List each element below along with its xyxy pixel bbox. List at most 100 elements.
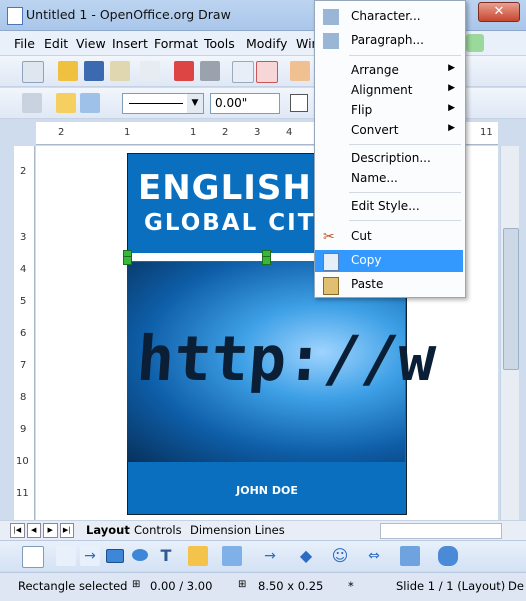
menu-modify[interactable]: Modify	[246, 36, 287, 51]
spellcheck-icon[interactable]	[232, 61, 254, 83]
character-icon	[323, 9, 339, 25]
tab-dimension-lines[interactable]: Dimension Lines	[190, 523, 285, 537]
menu-insert[interactable]: Insert	[112, 36, 148, 51]
lines-arrows-icon[interactable]: →	[260, 546, 280, 566]
scrollbar-thumb[interactable]	[503, 228, 519, 370]
status-bar: Rectangle selected ⊞ 0.00 / 3.00 ⊞ 8.50 …	[0, 572, 526, 601]
menu-item-copy[interactable]: Copy	[315, 250, 463, 272]
rectangle-tool-icon[interactable]	[106, 549, 124, 563]
ruler-tick-label: 8	[20, 392, 27, 403]
menu-tools[interactable]: Tools	[204, 36, 235, 51]
ruler-tick-label: 9	[20, 424, 27, 435]
status-position: 0.00 / 3.00	[150, 579, 213, 593]
chevron-down-icon[interactable]: ▼	[187, 94, 203, 113]
menu-format[interactable]: Format	[154, 36, 198, 51]
menu-item-label: Cut	[351, 229, 372, 243]
menu-view[interactable]: View	[76, 36, 106, 51]
status-slide: Slide 1 / 1 (Layout)	[396, 579, 506, 593]
menu-separator	[349, 220, 461, 221]
last-tab-icon[interactable]: ▶|	[59, 523, 74, 538]
callouts-icon[interactable]	[438, 546, 458, 566]
block-arrows-icon[interactable]: ⇔	[364, 546, 384, 566]
ruler-tick-label: 3	[20, 232, 27, 243]
window-title: Untitled 1 - OpenOffice.org Draw	[26, 7, 231, 22]
menu-edit[interactable]: Edit	[44, 36, 68, 51]
menu-file[interactable]: File	[14, 36, 35, 51]
ruler-tick-label: 11	[480, 127, 493, 138]
menu-item-paragraph[interactable]: Paragraph...	[315, 30, 463, 52]
edit-file-icon[interactable]	[140, 61, 160, 81]
styles-icon[interactable]	[22, 93, 42, 113]
download-icon[interactable]	[466, 34, 484, 52]
submenu-arrow-icon: ▶	[448, 83, 455, 93]
line-style-select[interactable]: ▼	[122, 93, 204, 114]
selection-handle[interactable]	[123, 256, 132, 265]
cover-title-line1: ENGLISH	[138, 168, 312, 208]
export-pdf-icon[interactable]	[174, 61, 194, 81]
flowchart-icon[interactable]	[400, 546, 420, 566]
menu-item-flip[interactable]: Flip ▶	[315, 100, 463, 122]
line-tool-icon[interactable]	[56, 546, 76, 566]
size-icon: ⊞	[238, 579, 247, 590]
ruler-tick-label: 1	[124, 127, 131, 138]
save-icon[interactable]	[84, 61, 104, 81]
menu-item-label: Flip	[351, 103, 373, 117]
next-tab-icon[interactable]: ▶	[43, 523, 58, 538]
menu-item-label: Paste	[351, 277, 384, 291]
menu-item-convert[interactable]: Convert ▶	[315, 120, 463, 142]
ruler-tick-label: 4	[20, 264, 27, 275]
position-icon: ⊞	[132, 579, 141, 590]
menu-item-edit-style[interactable]: Edit Style...	[315, 196, 463, 218]
prev-tab-icon[interactable]: ◀	[26, 523, 41, 538]
horizontal-scrollbar[interactable]	[380, 523, 502, 539]
menu-item-label: Edit Style...	[351, 199, 420, 213]
menu-item-arrange[interactable]: Arrange ▶	[315, 60, 463, 82]
layer-tabs-bar: |◀ ◀ ▶ ▶| Layout Controls Dimension Line…	[0, 520, 526, 540]
submenu-arrow-icon: ▶	[448, 123, 455, 133]
print-icon[interactable]	[200, 61, 220, 81]
arrow-style-icon[interactable]	[80, 93, 100, 113]
close-button[interactable]: ✕	[478, 2, 520, 22]
connector-tool-icon[interactable]	[222, 546, 242, 566]
symbol-shapes-icon[interactable]: ☺	[330, 546, 350, 566]
menu-separator	[349, 55, 461, 56]
menu-item-character[interactable]: Character...	[315, 6, 463, 28]
autospellcheck-icon[interactable]	[256, 61, 278, 83]
ruler-tick-label: 4	[286, 127, 293, 138]
curve-tool-icon[interactable]	[188, 546, 208, 566]
status-modified: *	[348, 579, 354, 593]
email-icon[interactable]	[110, 61, 130, 81]
menu-item-label: Convert	[351, 123, 399, 137]
vertical-scrollbar[interactable]	[500, 146, 519, 520]
line-icon[interactable]	[56, 93, 76, 113]
new-icon[interactable]	[22, 61, 44, 83]
ruler-tick-label: 11	[16, 488, 29, 499]
ruler-tick-label: 3	[254, 127, 261, 138]
basic-shapes-icon[interactable]: ◆	[296, 546, 316, 566]
selection-handle[interactable]	[262, 256, 271, 265]
ruler-tick-label: 6	[20, 328, 27, 339]
ruler-tick-label: 2	[20, 166, 27, 177]
ellipse-tool-icon[interactable]	[132, 549, 148, 561]
menu-item-paste[interactable]: Paste	[315, 274, 463, 296]
text-tool-icon[interactable]: T	[156, 546, 176, 566]
open-folder-icon[interactable]	[58, 61, 78, 81]
menu-item-cut[interactable]: ✂ Cut	[315, 226, 463, 248]
ruler-tick-label: 7	[20, 360, 27, 371]
arrow-tool-icon[interactable]: →	[80, 546, 100, 566]
cut-icon[interactable]	[290, 61, 310, 81]
tab-layout[interactable]: Layout	[86, 523, 130, 537]
menu-item-label: Name...	[351, 171, 398, 185]
menu-item-name[interactable]: Name...	[315, 168, 463, 190]
select-arrow-icon[interactable]	[22, 546, 44, 568]
tab-controls[interactable]: Controls	[134, 523, 182, 537]
vertical-ruler[interactable]: 2 3 4 5 6 7 8 9 10 11	[14, 146, 35, 520]
line-width-field[interactable]: 0.00"	[210, 93, 280, 114]
first-tab-icon[interactable]: |◀	[10, 523, 25, 538]
context-menu: Character... Paragraph... Arrange ▶ Alig…	[314, 0, 466, 298]
menu-item-alignment[interactable]: Alignment ▶	[315, 80, 463, 102]
menu-item-label: Arrange	[351, 63, 399, 77]
menu-item-description[interactable]: Description...	[315, 148, 463, 170]
url-text: http://w	[134, 322, 439, 395]
area-color-swatch[interactable]	[290, 94, 308, 112]
